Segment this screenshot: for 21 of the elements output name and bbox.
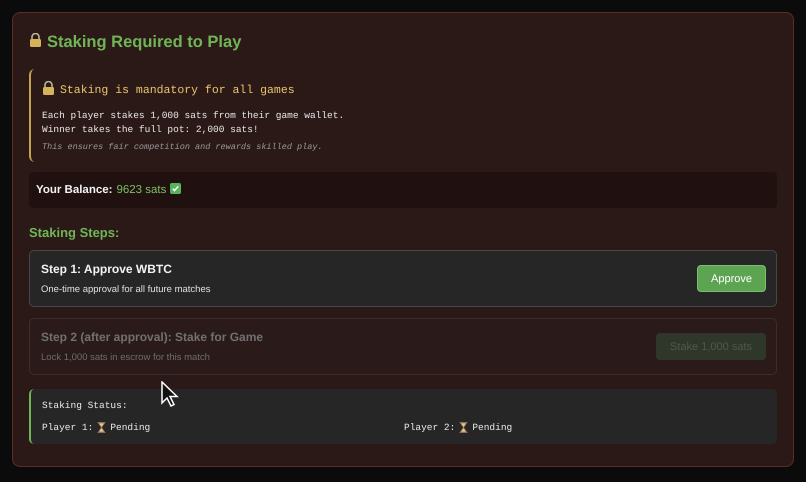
notice-line: Each player stakes 1,000 sats from their game wallet. [42,109,346,123]
cursor-icon [161,381,179,407]
step-description: One-time approval for all future matches [41,284,210,295]
notice-line: Winner takes the full pot: 2,000 sats! [42,123,260,137]
player-status: Pending [110,422,150,433]
lock-icon [29,33,42,47]
player-status: Pending [472,422,512,433]
notice-heading: Staking is mandatory for all games [60,84,295,96]
approve-button[interactable]: Approve [697,265,766,292]
status-heading: Staking Status: [42,400,129,411]
balance-label: Your Balance: [36,184,112,196]
notice-note: This ensures fair competition and rewards skilled play. [42,142,324,152]
step-title: Step 2 (after approval): Stake for Game [41,330,264,344]
panel-title: Staking Required to Play [47,33,242,52]
player-label: Player 1: [42,422,94,433]
lock-icon [42,81,55,95]
player-label: Player 2: [404,422,456,433]
step-description: Lock 1,000 sats in escrow for this match [41,352,211,363]
balance-value: 9623 sats [116,184,166,196]
section-heading: Staking Steps: [29,225,120,240]
step-title: Step 1: Approve WBTC [41,262,173,276]
